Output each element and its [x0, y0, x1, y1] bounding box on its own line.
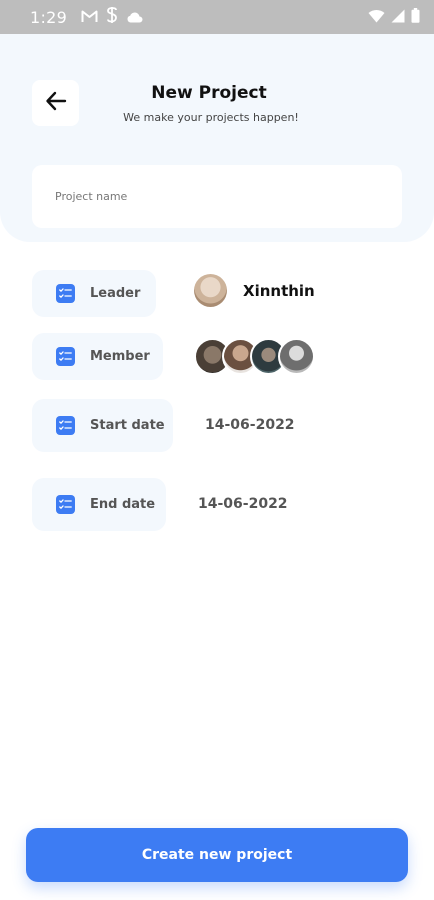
leader-avatar: [194, 274, 227, 307]
start-date-value[interactable]: 14-06-2022: [205, 417, 295, 433]
create-project-button[interactable]: Create new project: [26, 828, 408, 882]
member-label: Member: [90, 349, 150, 364]
page-title: New Project: [151, 83, 267, 103]
battery-icon: [411, 7, 420, 27]
end-date-label: End date: [90, 497, 156, 512]
project-name-input[interactable]: [32, 165, 402, 228]
cloud-icon: [126, 8, 143, 27]
avatar: [278, 338, 315, 375]
status-bar: 1:29: [0, 0, 434, 34]
gmail-icon: [81, 8, 98, 27]
member-avatars: [194, 338, 315, 375]
page-subtitle: We make your projects happen!: [123, 111, 299, 124]
wifi-icon: [368, 8, 385, 27]
checklist-icon: [56, 347, 75, 366]
checklist-icon: [56, 416, 75, 435]
status-time: 1:29: [30, 7, 68, 27]
leader-name: Xinnthin: [243, 282, 315, 300]
start-date-label: Start date: [90, 418, 165, 433]
signal-icon: [391, 8, 405, 27]
status-left-icons: [81, 7, 143, 27]
leader-chip[interactable]: Leader: [32, 270, 156, 317]
checklist-icon: [56, 284, 75, 303]
leader-label: Leader: [90, 286, 141, 301]
checklist-icon: [56, 495, 75, 514]
s-app-icon: [106, 7, 118, 27]
end-date-chip[interactable]: End date: [32, 478, 166, 531]
member-chip[interactable]: Member: [32, 333, 163, 380]
end-date-value[interactable]: 14-06-2022: [198, 496, 288, 512]
status-right-icons: [368, 7, 420, 27]
start-date-chip[interactable]: Start date: [32, 399, 173, 452]
